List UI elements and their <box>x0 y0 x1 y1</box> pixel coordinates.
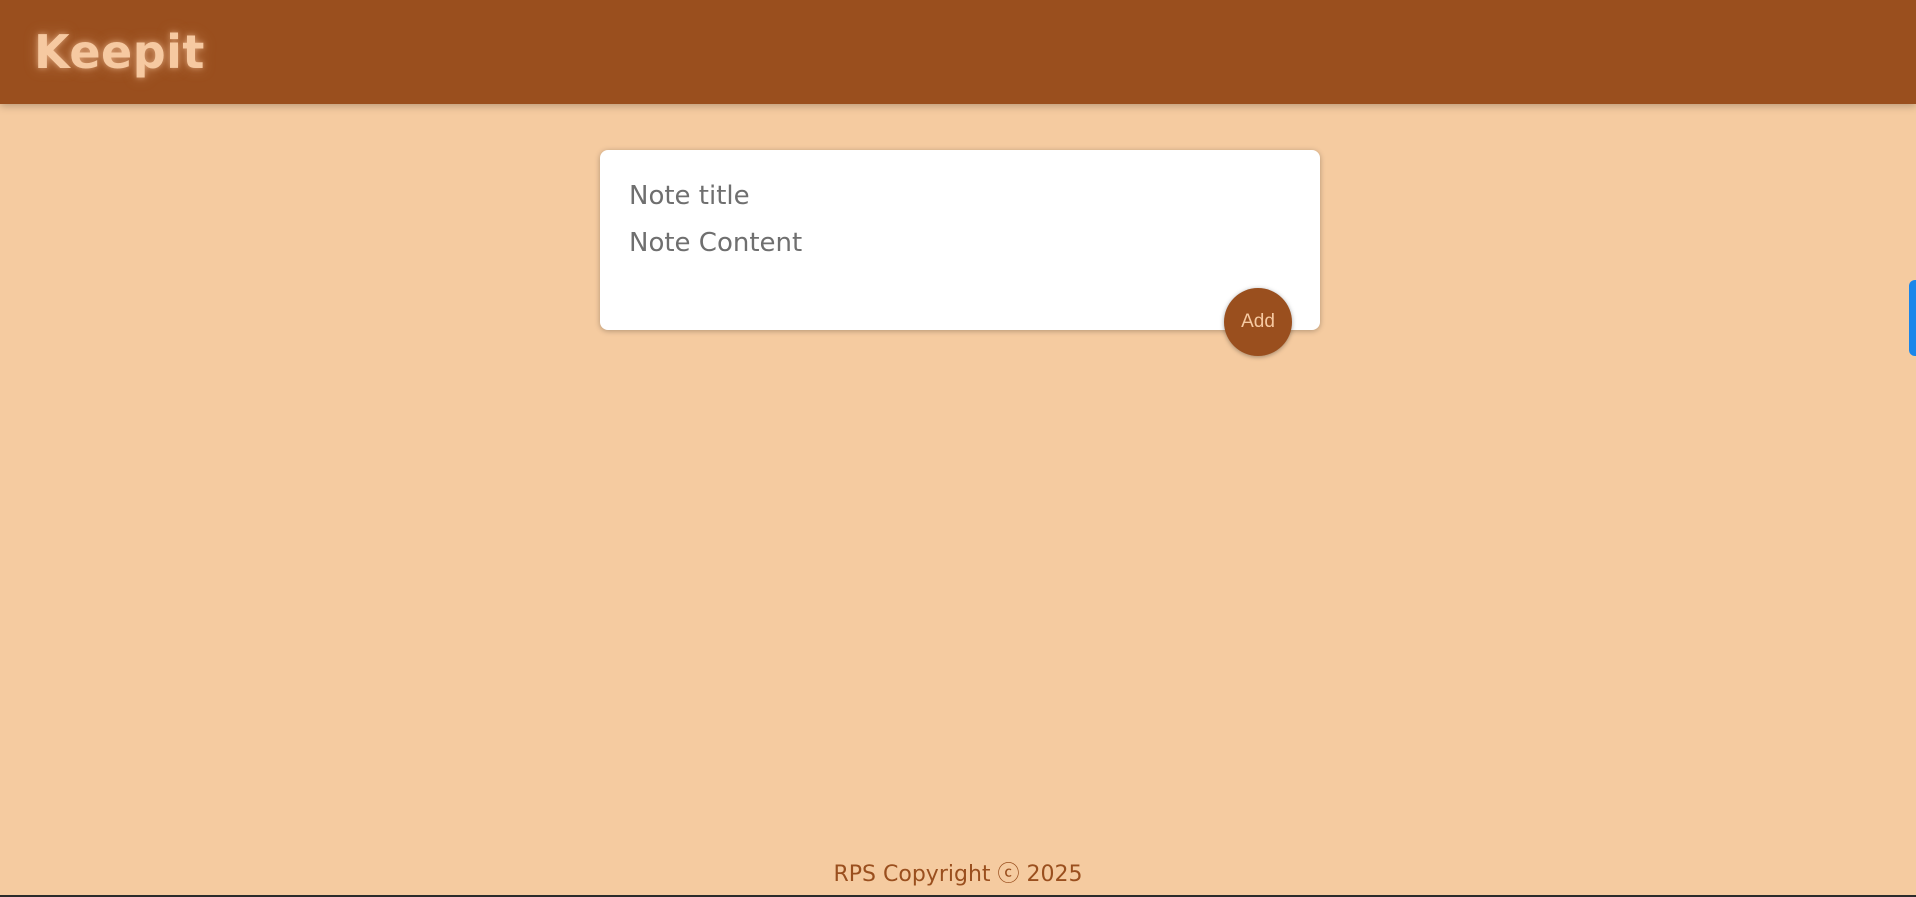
footer: RPS Copyright ⓒ 2025 <box>0 858 1916 892</box>
add-note-button[interactable]: Add <box>1224 288 1292 356</box>
note-title-input[interactable] <box>629 176 1289 216</box>
create-note-card <box>600 150 1320 330</box>
note-content-input[interactable] <box>629 223 1289 265</box>
side-panel-tab[interactable] <box>1909 280 1916 356</box>
app-title: Keepit <box>34 25 205 79</box>
app-header: Keepit <box>0 0 1916 104</box>
copyright-text: RPS Copyright ⓒ 2025 <box>833 862 1083 887</box>
